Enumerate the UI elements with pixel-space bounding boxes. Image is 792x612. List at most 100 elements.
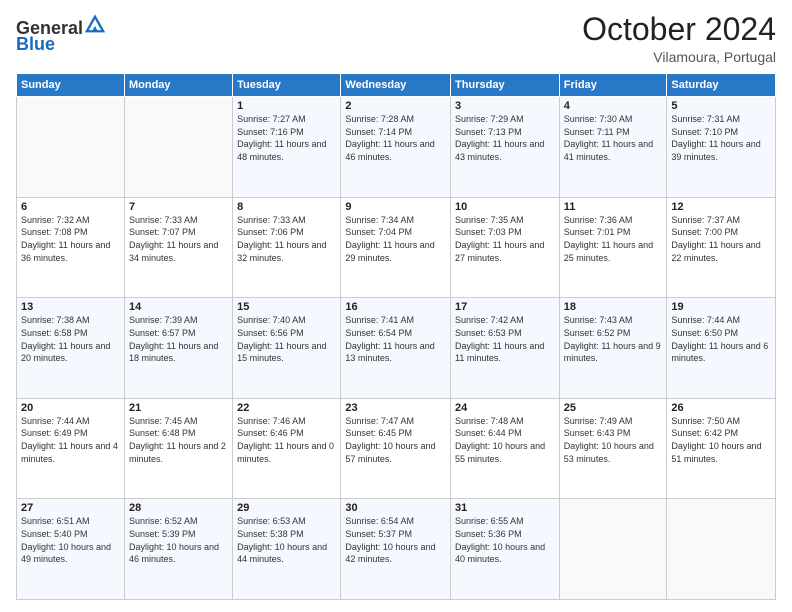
calendar-cell: 1 Sunrise: 7:27 AMSunset: 7:16 PMDaylight… — [233, 97, 341, 198]
day-info: Sunrise: 7:27 AMSunset: 7:16 PMDaylight:… — [237, 114, 326, 162]
day-header-thursday: Thursday — [451, 74, 560, 97]
day-info: Sunrise: 6:54 AMSunset: 5:37 PMDaylight:… — [345, 516, 435, 564]
day-number: 22 — [237, 402, 336, 414]
calendar-cell: 6 Sunrise: 7:32 AMSunset: 7:08 PMDaylight… — [17, 197, 125, 298]
day-info: Sunrise: 7:47 AMSunset: 6:45 PMDaylight:… — [345, 416, 435, 464]
month-title: October 2024 — [582, 12, 776, 47]
calendar-cell: 15 Sunrise: 7:40 AMSunset: 6:56 PMDayligh… — [233, 298, 341, 399]
day-info: Sunrise: 7:39 AMSunset: 6:57 PMDaylight:… — [129, 315, 218, 363]
calendar-cell: 5Sunrise: 7:31 AMSunset: 7:10 PMDaylight… — [667, 97, 776, 198]
day-number: 6 — [21, 201, 120, 213]
day-info: Sunrise: 7:32 AMSunset: 7:08 PMDaylight:… — [21, 215, 110, 263]
day-number: 21 — [129, 402, 228, 414]
day-number: 13 — [21, 301, 120, 313]
day-info: Sunrise: 7:50 AMSunset: 6:42 PMDaylight:… — [671, 416, 761, 464]
day-number: 31 — [455, 502, 555, 514]
day-info: Sunrise: 6:53 AMSunset: 5:38 PMDaylight:… — [237, 516, 327, 564]
day-info: Sunrise: 7:40 AMSunset: 6:56 PMDaylight:… — [237, 315, 326, 363]
calendar-cell: 28 Sunrise: 6:52 AMSunset: 5:39 PMDayligh… — [124, 499, 232, 600]
day-info: Sunrise: 7:33 AMSunset: 7:07 PMDaylight:… — [129, 215, 218, 263]
day-info: Sunrise: 7:46 AMSunset: 6:46 PMDaylight:… — [237, 416, 334, 464]
calendar-cell: 17 Sunrise: 7:42 AMSunset: 6:53 PMDayligh… — [451, 298, 560, 399]
header: General Blue October 2024 Vilamoura, Por… — [16, 12, 776, 65]
day-number: 2 — [345, 100, 446, 112]
calendar-cell: 24Sunrise: 7:48 AMSunset: 6:44 PMDayligh… — [451, 398, 560, 499]
calendar-cell: 4 Sunrise: 7:30 AMSunset: 7:11 PMDaylight… — [559, 97, 667, 198]
calendar-cell: 23 Sunrise: 7:47 AMSunset: 6:45 PMDayligh… — [341, 398, 451, 499]
day-info: Sunrise: 7:48 AMSunset: 6:44 PMDaylight:… — [455, 416, 545, 464]
calendar-cell: 12 Sunrise: 7:37 AMSunset: 7:00 PMDayligh… — [667, 197, 776, 298]
day-info: Sunrise: 7:42 AMSunset: 6:53 PMDaylight:… — [455, 315, 544, 363]
day-number: 11 — [564, 201, 663, 213]
calendar-cell: 9 Sunrise: 7:34 AMSunset: 7:04 PMDaylight… — [341, 197, 451, 298]
calendar-cell: 7 Sunrise: 7:33 AMSunset: 7:07 PMDaylight… — [124, 197, 232, 298]
day-header-saturday: Saturday — [667, 74, 776, 97]
title-block: October 2024 Vilamoura, Portugal — [582, 12, 776, 65]
calendar-cell: 3 Sunrise: 7:29 AMSunset: 7:13 PMDaylight… — [451, 97, 560, 198]
calendar-cell — [124, 97, 232, 198]
week-row-2: 6 Sunrise: 7:32 AMSunset: 7:08 PMDaylight… — [17, 197, 776, 298]
day-number: 16 — [345, 301, 446, 313]
day-number: 9 — [345, 201, 446, 213]
days-header-row: SundayMondayTuesdayWednesdayThursdayFrid… — [17, 74, 776, 97]
day-info: Sunrise: 7:41 AMSunset: 6:54 PMDaylight:… — [345, 315, 434, 363]
day-number: 7 — [129, 201, 228, 213]
calendar-cell: 14 Sunrise: 7:39 AMSunset: 6:57 PMDayligh… — [124, 298, 232, 399]
calendar-cell: 30Sunrise: 6:54 AMSunset: 5:37 PMDayligh… — [341, 499, 451, 600]
calendar-cell: 21 Sunrise: 7:45 AMSunset: 6:48 PMDayligh… — [124, 398, 232, 499]
day-info: Sunrise: 7:44 AMSunset: 6:49 PMDaylight:… — [21, 416, 118, 464]
day-header-tuesday: Tuesday — [233, 74, 341, 97]
calendar-cell: 2 Sunrise: 7:28 AMSunset: 7:14 PMDaylight… — [341, 97, 451, 198]
calendar-page: General Blue October 2024 Vilamoura, Por… — [0, 0, 792, 612]
day-number: 8 — [237, 201, 336, 213]
calendar-cell — [559, 499, 667, 600]
day-info: Sunrise: 7:34 AMSunset: 7:04 PMDaylight:… — [345, 215, 434, 263]
calendar-cell: 10 Sunrise: 7:35 AMSunset: 7:03 PMDayligh… — [451, 197, 560, 298]
day-header-friday: Friday — [559, 74, 667, 97]
day-info: Sunrise: 7:33 AMSunset: 7:06 PMDaylight:… — [237, 215, 326, 263]
calendar-cell — [17, 97, 125, 198]
day-number: 25 — [564, 402, 663, 414]
day-number: 18 — [564, 301, 663, 313]
day-number: 1 — [237, 100, 336, 112]
day-number: 14 — [129, 301, 228, 313]
day-number: 17 — [455, 301, 555, 313]
day-number: 23 — [345, 402, 446, 414]
week-row-1: 1 Sunrise: 7:27 AMSunset: 7:16 PMDaylight… — [17, 97, 776, 198]
day-number: 29 — [237, 502, 336, 514]
day-number: 15 — [237, 301, 336, 313]
calendar-cell — [667, 499, 776, 600]
day-header-wednesday: Wednesday — [341, 74, 451, 97]
day-number: 3 — [455, 100, 555, 112]
day-info: Sunrise: 7:29 AMSunset: 7:13 PMDaylight:… — [455, 114, 544, 162]
day-info: Sunrise: 7:28 AMSunset: 7:14 PMDaylight:… — [345, 114, 434, 162]
day-info: Sunrise: 7:30 AMSunset: 7:11 PMDaylight:… — [564, 114, 653, 162]
week-row-5: 27Sunrise: 6:51 AMSunset: 5:40 PMDayligh… — [17, 499, 776, 600]
day-header-monday: Monday — [124, 74, 232, 97]
logo-icon — [85, 14, 105, 39]
day-info: Sunrise: 6:51 AMSunset: 5:40 PMDaylight:… — [21, 516, 111, 564]
day-info: Sunrise: 7:35 AMSunset: 7:03 PMDaylight:… — [455, 215, 544, 263]
day-info: Sunrise: 7:45 AMSunset: 6:48 PMDaylight:… — [129, 416, 226, 464]
day-info: Sunrise: 7:49 AMSunset: 6:43 PMDaylight:… — [564, 416, 654, 464]
day-number: 5 — [671, 100, 771, 112]
calendar-table: SundayMondayTuesdayWednesdayThursdayFrid… — [16, 73, 776, 600]
calendar-cell: 18Sunrise: 7:43 AMSunset: 6:52 PMDayligh… — [559, 298, 667, 399]
day-number: 4 — [564, 100, 663, 112]
calendar-cell: 20 Sunrise: 7:44 AMSunset: 6:49 PMDayligh… — [17, 398, 125, 499]
day-number: 28 — [129, 502, 228, 514]
week-row-4: 20 Sunrise: 7:44 AMSunset: 6:49 PMDayligh… — [17, 398, 776, 499]
calendar-cell: 29 Sunrise: 6:53 AMSunset: 5:38 PMDayligh… — [233, 499, 341, 600]
day-number: 10 — [455, 201, 555, 213]
day-info: Sunrise: 6:52 AMSunset: 5:39 PMDaylight:… — [129, 516, 219, 564]
logo: General Blue — [16, 16, 105, 53]
week-row-3: 13Sunrise: 7:38 AMSunset: 6:58 PMDayligh… — [17, 298, 776, 399]
day-header-sunday: Sunday — [17, 74, 125, 97]
calendar-cell: 26 Sunrise: 7:50 AMSunset: 6:42 PMDayligh… — [667, 398, 776, 499]
calendar-cell: 25 Sunrise: 7:49 AMSunset: 6:43 PMDayligh… — [559, 398, 667, 499]
day-number: 26 — [671, 402, 771, 414]
day-number: 12 — [671, 201, 771, 213]
day-number: 20 — [21, 402, 120, 414]
calendar-cell: 22 Sunrise: 7:46 AMSunset: 6:46 PMDayligh… — [233, 398, 341, 499]
day-info: Sunrise: 7:37 AMSunset: 7:00 PMDaylight:… — [671, 215, 760, 263]
